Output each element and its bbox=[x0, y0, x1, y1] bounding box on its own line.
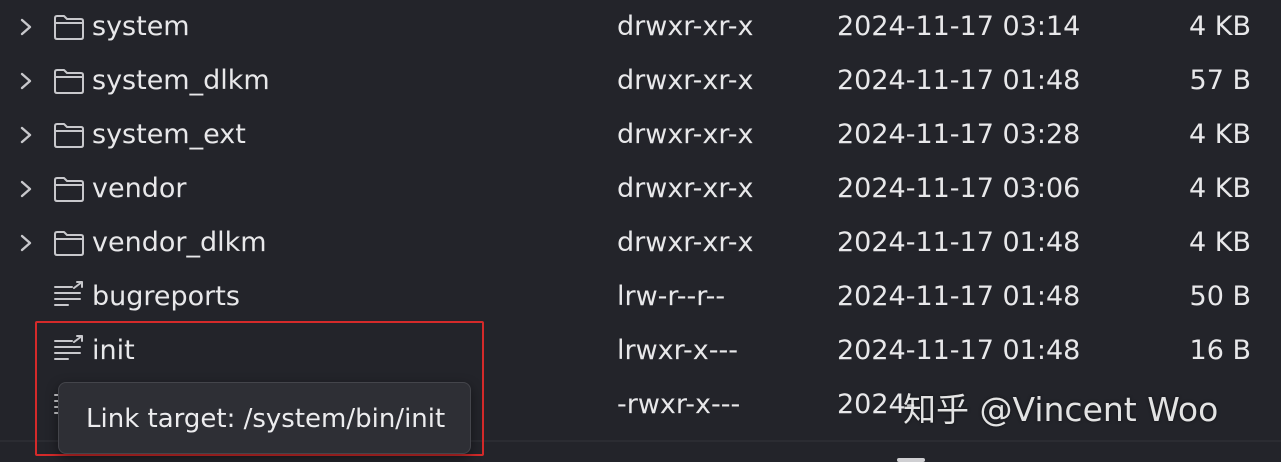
folder-icon bbox=[54, 123, 84, 148]
file-modified-date: 2024-11-17 01:48 bbox=[837, 335, 1081, 366]
file-name: system_dlkm bbox=[92, 65, 270, 96]
file-permissions: lrwxr-x--- bbox=[617, 335, 738, 366]
file-size: 50 B bbox=[1189, 281, 1251, 312]
file-permissions: lrw-r--r-- bbox=[617, 281, 726, 312]
folder-icon bbox=[54, 69, 84, 94]
file-name: system bbox=[92, 11, 190, 42]
file-permissions: drwxr-xr-x bbox=[617, 11, 754, 42]
file-name: vendor bbox=[92, 173, 187, 204]
file-modified-date: 2024-11-17 03:06 bbox=[837, 173, 1081, 204]
file-modified-date: 2024-11-17 01:48 bbox=[837, 227, 1081, 258]
file-row-system[interactable]: system drwxr-xr-x 2024-11-17 03:14 4 KB bbox=[0, 0, 1281, 54]
file-size: 4 KB bbox=[1189, 173, 1251, 204]
file-permissions: drwxr-xr-x bbox=[617, 119, 754, 150]
file-row-system-ext[interactable]: system_ext drwxr-xr-x 2024-11-17 03:28 4… bbox=[0, 108, 1281, 162]
watermark: 知乎 @Vincent Woo bbox=[903, 390, 1219, 429]
folder-icon bbox=[54, 177, 84, 202]
folder-icon bbox=[54, 231, 84, 256]
file-modified-date: 2024-11-17 03:28 bbox=[837, 119, 1081, 150]
chevron-right-icon[interactable] bbox=[14, 121, 38, 149]
file-name: vendor_dlkm bbox=[92, 227, 267, 258]
file-row-bugreports[interactable]: bugreports lrw-r--r-- 2024-11-17 01:48 5… bbox=[0, 270, 1281, 324]
file-modified-date: 2024-11-17 03:14 bbox=[837, 11, 1081, 42]
file-permissions: -rwxr-x--- bbox=[617, 389, 741, 420]
file-permissions: drwxr-xr-x bbox=[617, 227, 754, 258]
file-size: 4 KB bbox=[1189, 119, 1251, 150]
file-modified-date: 2024-11-17 01:48 bbox=[837, 65, 1081, 96]
file-modified-date: 2024-11-17 01:48 bbox=[837, 281, 1081, 312]
file-permissions: drwxr-xr-x bbox=[617, 65, 754, 96]
link-target-tooltip: Link target: /system/bin/init bbox=[58, 382, 471, 454]
file-row-vendor-dlkm[interactable]: vendor_dlkm drwxr-xr-x 2024-11-17 01:48 … bbox=[0, 216, 1281, 270]
chevron-right-icon[interactable] bbox=[14, 175, 38, 203]
file-name: bugreports bbox=[92, 281, 240, 312]
file-permissions: drwxr-xr-x bbox=[617, 173, 754, 204]
chevron-right-icon[interactable] bbox=[14, 229, 38, 257]
file-row-system-dlkm[interactable]: system_dlkm drwxr-xr-x 2024-11-17 01:48 … bbox=[0, 54, 1281, 108]
folder-icon bbox=[54, 15, 84, 40]
file-name: system_ext bbox=[92, 119, 246, 150]
tooltip-text: Link target: /system/bin/init bbox=[86, 404, 446, 434]
symlink-file-icon bbox=[54, 281, 83, 306]
chevron-right-icon[interactable] bbox=[14, 67, 38, 95]
file-size: 16 B bbox=[1189, 335, 1251, 366]
file-size: 57 B bbox=[1189, 65, 1251, 96]
file-row-vendor[interactable]: vendor drwxr-xr-x 2024-11-17 03:06 4 KB bbox=[0, 162, 1281, 216]
chevron-right-icon[interactable] bbox=[14, 13, 38, 41]
file-size: 4 KB bbox=[1189, 227, 1251, 258]
horizontal-scrollbar-thumb[interactable] bbox=[897, 458, 925, 462]
file-size: 4 KB bbox=[1189, 11, 1251, 42]
